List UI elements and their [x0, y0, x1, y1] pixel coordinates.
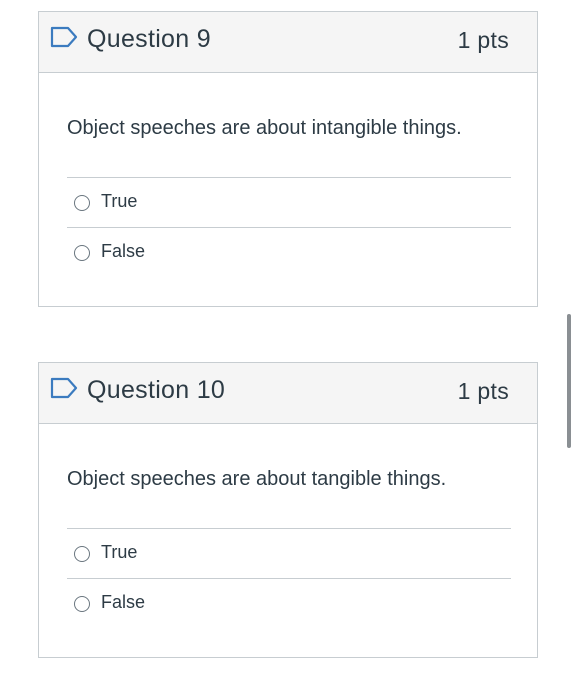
- flag-icon[interactable]: [50, 377, 78, 399]
- answer-option-true[interactable]: True: [67, 528, 511, 578]
- answer-option-false[interactable]: False: [67, 227, 511, 277]
- radio-button[interactable]: [74, 245, 90, 261]
- question-text: Object speeches are about tangible thing…: [67, 468, 447, 490]
- question-card-10: Question 10 1 pts Object speeches are ab…: [38, 362, 538, 658]
- answer-list: True False: [67, 528, 511, 628]
- radio-button[interactable]: [74, 546, 90, 562]
- answer-label[interactable]: True: [101, 542, 137, 563]
- question-card-9: Question 9 1 pts Object speeches are abo…: [38, 11, 538, 307]
- question-title: Question 9: [87, 25, 211, 53]
- quiz-page: Question 9 1 pts Object speeches are abo…: [0, 0, 577, 700]
- answer-label[interactable]: False: [101, 241, 145, 262]
- question-points: 1 pts: [457, 378, 509, 404]
- answer-list: True False: [67, 177, 511, 277]
- question-header: Question 10 1 pts: [39, 363, 537, 424]
- question-text: Object speeches are about intangible thi…: [67, 117, 462, 139]
- radio-button[interactable]: [74, 195, 90, 211]
- question-header: Question 9 1 pts: [39, 12, 537, 73]
- answer-label[interactable]: True: [101, 191, 137, 212]
- answer-option-false[interactable]: False: [67, 578, 511, 628]
- radio-button[interactable]: [74, 596, 90, 612]
- flag-icon[interactable]: [50, 26, 78, 48]
- scrollbar[interactable]: [567, 314, 571, 448]
- question-title: Question 10: [87, 376, 226, 404]
- answer-option-true[interactable]: True: [67, 177, 511, 227]
- question-points: 1 pts: [457, 27, 509, 53]
- answer-label[interactable]: False: [101, 592, 145, 613]
